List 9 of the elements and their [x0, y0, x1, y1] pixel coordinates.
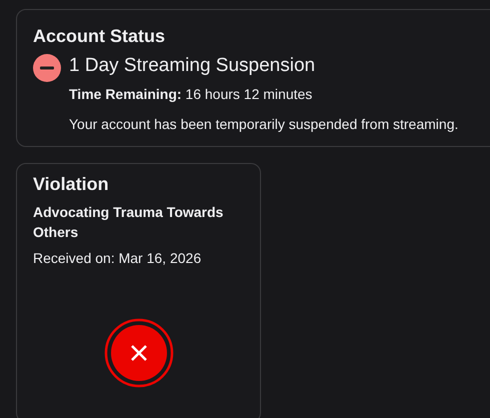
minus-circle-icon: [33, 54, 61, 82]
card-title: Account Status: [33, 25, 166, 48]
violation-name: Advocating Trauma Towards Others: [33, 203, 224, 242]
suspension-message: Your account has been temporarily suspended from streaming.: [69, 116, 458, 132]
suspension-title: 1 Day Streaming Suspension: [69, 54, 316, 78]
close-circle-icon: [104, 318, 174, 388]
card-title: Violation: [33, 173, 110, 196]
received-date: Received on: Mar 16, 2026: [33, 250, 202, 266]
time-remaining: Time Remaining: 16 hours 12 minutes: [69, 86, 314, 102]
